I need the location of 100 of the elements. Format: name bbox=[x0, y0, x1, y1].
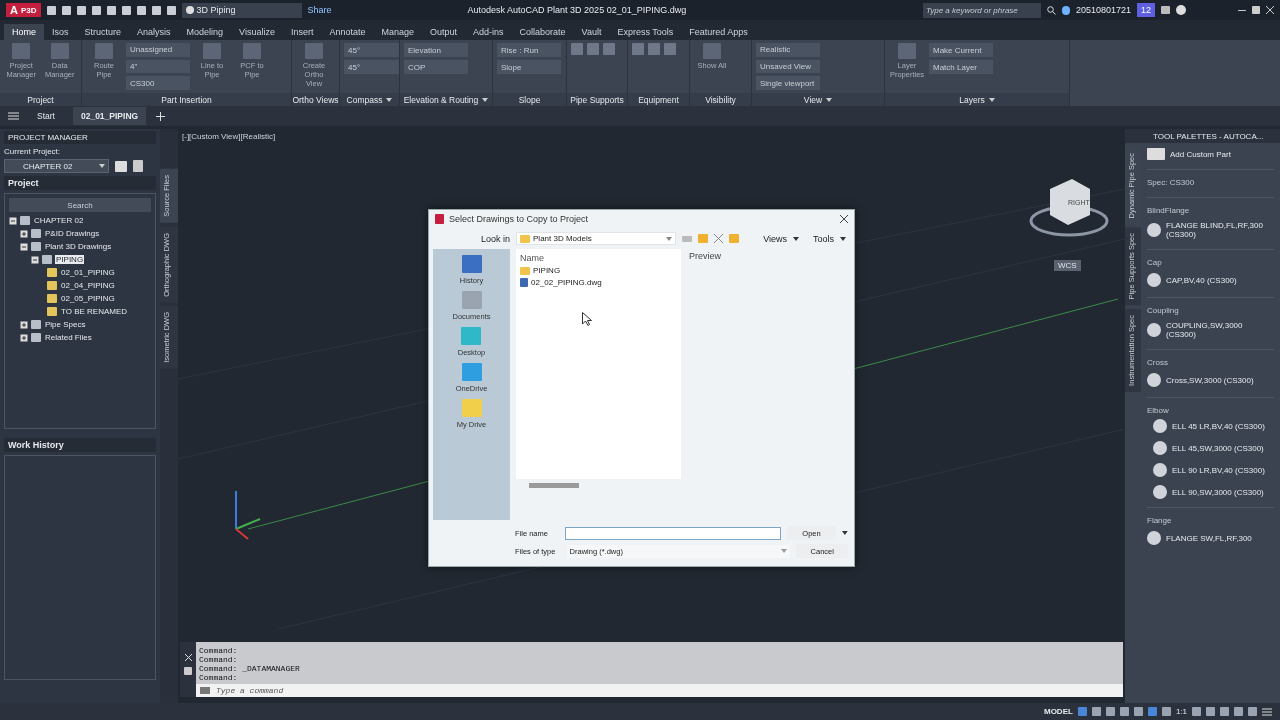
tree-item[interactable]: PIPING bbox=[55, 255, 85, 264]
views-menu[interactable]: Views bbox=[763, 233, 787, 244]
ribbon-tab[interactable]: Structure bbox=[76, 24, 130, 40]
ribbon-dropdown[interactable]: 45° bbox=[344, 60, 399, 74]
palette-item[interactable]: ELL 45 LR,BV,40 (CS300) bbox=[1147, 415, 1274, 437]
model-tab[interactable]: MODEL bbox=[1044, 707, 1073, 716]
tree-item[interactable]: CHAPTER 02 bbox=[33, 216, 85, 225]
ribbon-tab[interactable]: Analysis bbox=[129, 24, 179, 40]
tools-menu[interactable]: Tools bbox=[813, 233, 834, 244]
panel-title[interactable]: Compass bbox=[340, 93, 399, 106]
ribbon-tab[interactable]: Output bbox=[422, 24, 466, 40]
ribbon-dropdown[interactable]: 45° bbox=[344, 43, 399, 57]
ribbon-tab[interactable]: Annotate bbox=[321, 24, 374, 40]
cursor-icon bbox=[582, 312, 592, 326]
file-name-field[interactable] bbox=[564, 526, 781, 540]
file-item[interactable]: PIPING bbox=[520, 266, 677, 275]
tree-item[interactable]: 02_05_PIPING bbox=[60, 294, 116, 303]
minimize-icon[interactable] bbox=[1238, 9, 1246, 11]
ribbon-tab[interactable]: Vault bbox=[573, 24, 610, 40]
search-icon[interactable] bbox=[1046, 5, 1056, 15]
expand-icon[interactable] bbox=[20, 229, 28, 238]
group-title: BlindFlange bbox=[1147, 197, 1274, 215]
tree-item[interactable]: TO BE RENAMED bbox=[60, 307, 129, 316]
ribbon-tab[interactable]: Isos bbox=[44, 24, 77, 40]
ribbon-tab[interactable]: Visualize bbox=[231, 24, 283, 40]
panel-title[interactable]: Elevation & Routing bbox=[400, 93, 492, 106]
palette-item[interactable]: Add Custom Part bbox=[1147, 143, 1274, 165]
palette-item[interactable]: CAP,BV,40 (CS300) bbox=[1147, 267, 1274, 293]
app-logo[interactable]: A P3D bbox=[6, 3, 41, 17]
file-item[interactable]: 02_02_PIPING.dwg bbox=[520, 278, 677, 287]
panel-title[interactable]: View bbox=[752, 93, 884, 106]
collapse-icon[interactable] bbox=[31, 255, 39, 264]
ribbon-tab[interactable]: Manage bbox=[373, 24, 423, 40]
group-title: Flange bbox=[1147, 507, 1274, 525]
ribbon-dropdown[interactable]: Unsaved View bbox=[756, 59, 820, 74]
expand-icon[interactable] bbox=[20, 333, 28, 342]
ribbon-dropdown[interactable]: Slope bbox=[497, 60, 561, 74]
palette-item[interactable]: FLANGE SW,FL,RF,300 bbox=[1147, 525, 1274, 551]
caret-icon bbox=[386, 97, 393, 102]
ribbon-dropdown[interactable]: Single viewport bbox=[756, 76, 820, 90]
document-tab[interactable]: 02_01_PIPING bbox=[72, 107, 147, 125]
palette-item[interactable]: Cross,SW,3000 (CS300) bbox=[1147, 367, 1274, 393]
palette-title: TOOL PALETTES - AUTOCA... bbox=[1125, 129, 1280, 143]
ribbon-dropdown[interactable]: Realistic bbox=[756, 43, 820, 57]
ribbon-dropdown[interactable]: 4" bbox=[126, 59, 190, 74]
notification-badge[interactable]: 12 bbox=[1137, 3, 1155, 17]
caret-icon bbox=[840, 236, 846, 241]
section-header: Work History bbox=[4, 438, 156, 452]
ribbon-dropdown[interactable]: Make Current bbox=[929, 43, 993, 57]
add-icon[interactable] bbox=[156, 111, 166, 121]
panel-title: Project bbox=[0, 93, 81, 106]
ribbon-tab[interactable]: Express Tools bbox=[609, 24, 682, 40]
palette-item[interactable]: FLANGE BLIND,FL,RF,300 (CS300) bbox=[1147, 215, 1274, 245]
share-button[interactable]: Share bbox=[307, 5, 332, 15]
search-field[interactable]: Search bbox=[9, 198, 151, 212]
menu-icon[interactable] bbox=[8, 112, 19, 120]
ribbon-tab[interactable]: Add-ins bbox=[465, 24, 512, 40]
ribbon-dropdown[interactable]: Unassigned bbox=[126, 43, 190, 57]
look-in-dropdown[interactable]: Plant 3D Models bbox=[516, 232, 677, 245]
project-dropdown[interactable]: CHAPTER 02 bbox=[4, 159, 109, 173]
ribbon-tab[interactable]: Featured Apps bbox=[681, 24, 756, 40]
scrollbar-thumb[interactable] bbox=[529, 483, 579, 488]
panel-title[interactable]: Layers bbox=[885, 93, 1069, 106]
viewport-label[interactable]: [-][Custom View][Realistic] bbox=[182, 132, 276, 141]
workspace-dropdown[interactable]: 3D Piping bbox=[181, 2, 302, 18]
delete-icon[interactable] bbox=[714, 234, 724, 243]
tree-item[interactable]: 02_04_PIPING bbox=[60, 281, 116, 290]
palette-item[interactable]: ELL 90,SW,3000 (CS300) bbox=[1147, 481, 1274, 503]
tree-item[interactable]: Pipe Specs bbox=[44, 320, 87, 329]
palette-item[interactable]: COUPLING,SW,3000 (CS300) bbox=[1147, 315, 1274, 345]
ribbon-dropdown[interactable]: Match Layer bbox=[929, 60, 993, 74]
ribbon-tab[interactable]: Home bbox=[4, 24, 44, 40]
search-field[interactable]: Type a keyword or phrase bbox=[922, 2, 1041, 18]
scale-dropdown[interactable]: 1:1 bbox=[1175, 707, 1187, 716]
tree-item[interactable]: P&ID Drawings bbox=[44, 229, 101, 238]
expand-icon[interactable] bbox=[20, 320, 28, 329]
ribbon-tab[interactable]: Insert bbox=[282, 24, 322, 40]
window-title: Autodesk AutoCAD Plant 3D 2025 02_01_PIPING.dwg bbox=[467, 5, 687, 15]
ribbon-dropdown[interactable]: Rise : Run bbox=[497, 43, 561, 57]
close-icon[interactable] bbox=[840, 215, 848, 223]
tree-item[interactable]: Plant 3D Drawings bbox=[44, 242, 113, 251]
document-tab[interactable]: Start bbox=[29, 107, 63, 125]
collapse-icon[interactable] bbox=[9, 216, 17, 225]
wcs-label[interactable]: WCS bbox=[1054, 260, 1081, 271]
palette-item[interactable]: ELL 45,SW,3000 (CS300) bbox=[1147, 437, 1274, 459]
menu-icon[interactable] bbox=[1262, 707, 1272, 716]
command-field[interactable]: Type a command bbox=[196, 684, 1123, 697]
tree-item[interactable]: 02_01_PIPING bbox=[60, 268, 116, 277]
ribbon-dropdown[interactable]: CS300 bbox=[126, 76, 190, 90]
tree-item[interactable]: Related Files bbox=[44, 333, 93, 342]
column-header[interactable]: Name bbox=[520, 253, 677, 263]
ribbon-tab[interactable]: Collaborate bbox=[511, 24, 574, 40]
palette-item[interactable]: ELL 90 LR,BV,40 (CS300) bbox=[1147, 459, 1274, 481]
user-name[interactable]: 20510801721 bbox=[1075, 5, 1131, 15]
ribbon-tab[interactable]: Modeling bbox=[178, 24, 232, 40]
collapse-icon[interactable] bbox=[20, 242, 28, 251]
ribbon-dropdown[interactable]: Elevation bbox=[404, 43, 468, 57]
caret-icon bbox=[482, 97, 489, 102]
field-label: Current Project: bbox=[4, 147, 62, 156]
ribbon-dropdown[interactable]: COP bbox=[404, 60, 468, 74]
